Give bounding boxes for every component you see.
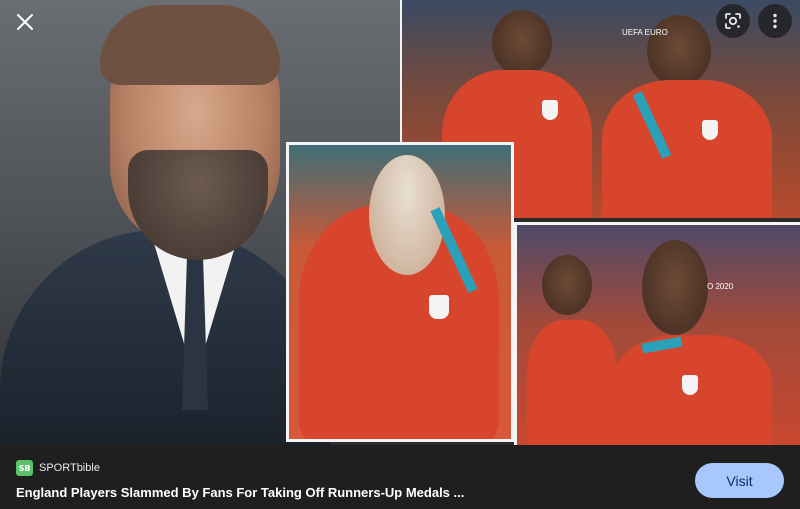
crest-icon (682, 375, 698, 395)
visit-button[interactable]: Visit (695, 463, 784, 498)
middle-panel (286, 142, 514, 442)
google-lens-button[interactable] (716, 4, 750, 38)
player-body (602, 80, 772, 218)
source-row[interactable]: SB SPORTbible (16, 460, 100, 476)
crest-icon (702, 120, 718, 140)
player-head (642, 240, 708, 335)
crest-icon (429, 295, 449, 319)
source-name: SPORTbible (39, 462, 100, 474)
image-footer: SB SPORTbible England Players Slammed By… (0, 445, 800, 509)
banner-text: O 2020 (707, 282, 734, 291)
player-body (527, 320, 617, 445)
player-head (647, 15, 711, 87)
more-vert-icon (773, 13, 777, 29)
google-lens-icon (725, 13, 741, 29)
close-button[interactable] (8, 5, 42, 39)
bottom-right-panel: O 2020 (514, 222, 800, 445)
crest-icon (542, 100, 558, 120)
close-icon (17, 14, 33, 30)
headline-link[interactable]: England Players Slammed By Fans For Taki… (16, 485, 536, 500)
hair-shape (100, 5, 280, 85)
more-options-button[interactable] (758, 4, 792, 38)
preview-image[interactable]: UEFA EURO O 2020 (0, 0, 800, 445)
source-favicon-icon: SB (16, 460, 33, 476)
player-head (492, 10, 552, 76)
image-viewer: UEFA EURO O 2020 SB SPORTbible England P… (0, 0, 800, 509)
player-head (542, 255, 592, 315)
banner-text: UEFA EURO (622, 28, 668, 37)
